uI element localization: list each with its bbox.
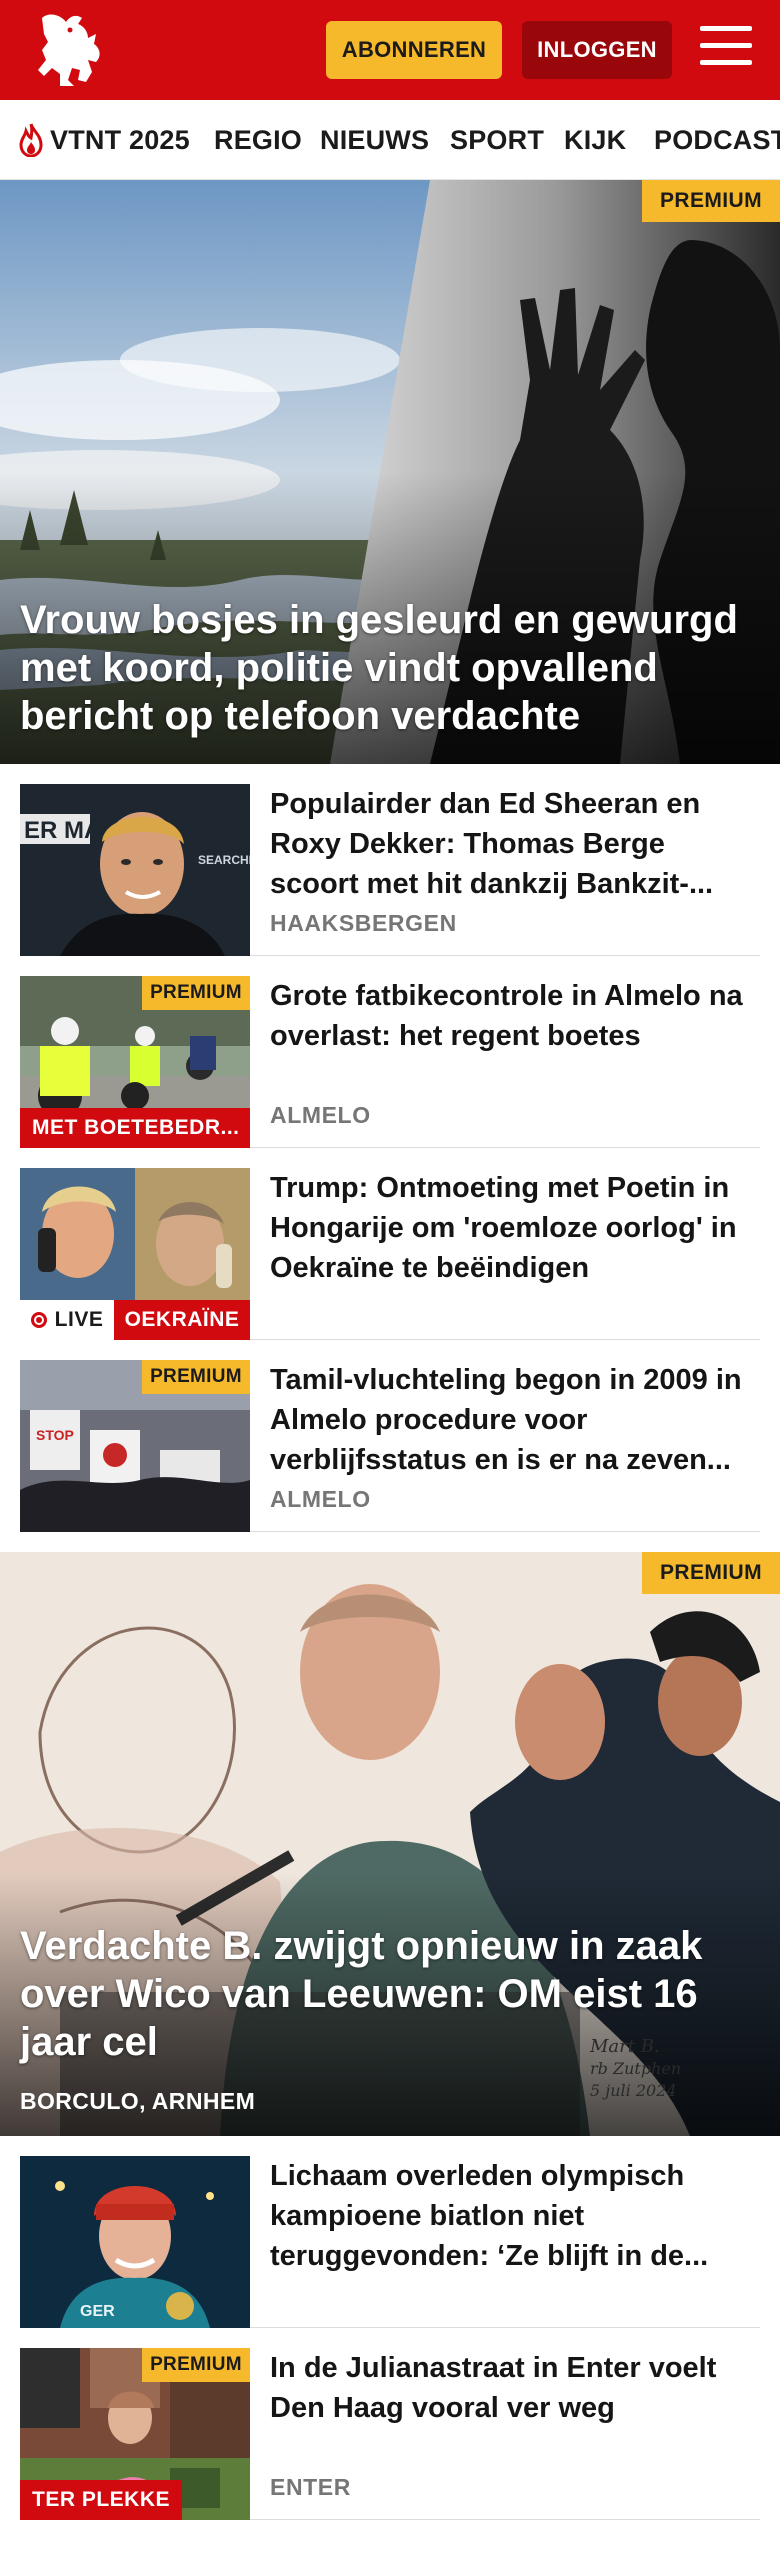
nav-label: PODCAST — [654, 124, 780, 155]
nav-label: VTNT 2025 — [50, 124, 190, 155]
article-thumbnail: PREMIUM TER PLEKKE — [20, 2348, 250, 2520]
svg-text:5 juli 2024: 5 juli 2024 — [590, 2081, 677, 2100]
premium-badge: PREMIUM — [142, 1360, 250, 1394]
article-thumbnail-athlete: GER — [20, 2156, 250, 2328]
topic-tag: MET BOETEBEDR... — [20, 1108, 250, 1148]
topic-tag: OEKRAÏNE — [114, 1300, 250, 1340]
article-location: ALMELO — [270, 1102, 371, 1128]
svg-text:ER MA: ER MA — [24, 817, 101, 844]
article-row[interactable]: PREMIUM TER PLEKKE In de Julianastraat i… — [20, 2348, 760, 2520]
nav-item-nieuws[interactable]: NIEUWS — [320, 100, 430, 179]
svg-text:GER: GER — [80, 2303, 115, 2320]
article-title[interactable]: In de Julianastraat in Enter voelt Den H… — [270, 2348, 750, 2428]
article-thumbnail: PREMIUM MET BOETEBEDR... — [20, 976, 250, 1148]
hero-title[interactable]: Vrouw bosjes in gesleurd en gewurgd met … — [20, 596, 746, 740]
premium-badge: PREMIUM — [642, 180, 780, 222]
article-thumbnail-portrait: ER MA SEARCHER — [20, 784, 250, 956]
live-label: LIVE — [54, 1308, 104, 1331]
hero-article-1[interactable]: PREMIUM Vrouw bosjes in gesleurd en gewu… — [0, 180, 780, 764]
article-thumbnail: STOP STOP PREMIUM — [20, 1360, 250, 1532]
flame-icon — [19, 123, 43, 157]
article-title[interactable]: Populairder dan Ed Sheeran en Roxy Dekke… — [270, 784, 750, 904]
article-location: ALMELO — [270, 1486, 371, 1512]
nav-label: KIJK — [564, 124, 627, 155]
article-row[interactable]: PREMIUM MET BOETEBEDR... Grote fatbikeco… — [20, 976, 760, 1148]
hero-title[interactable]: Verdachte B. zwijgt opnieuw in zaak over… — [20, 1922, 746, 2066]
svg-text:SEARCHER: SEARCHER — [198, 853, 250, 867]
article-row[interactable]: ER MA SEARCHER Populairder dan Ed Sheera… — [20, 784, 760, 956]
nav-item-vtnt[interactable]: VTNT 2025 — [18, 100, 190, 179]
nav-item-sport[interactable]: SPORT — [450, 100, 545, 179]
hero-article-2[interactable]: Mart B. rb Zutphen 5 juli 2024 PREMIUM V… — [0, 1552, 780, 2136]
article-row[interactable]: GER Lichaam overleden olympisch kampioen… — [20, 2156, 760, 2328]
article-row[interactable]: STOP STOP PREMIUM Tamil-vluchteling bego… — [20, 1360, 760, 1532]
live-indicator: LIVE — [20, 1300, 114, 1340]
article-location: HAAKSBERGEN — [270, 910, 457, 936]
premium-badge: PREMIUM — [142, 976, 250, 1010]
nav-item-podcast[interactable]: PODCAST — [654, 100, 780, 179]
hero-location: BORCULO, ARNHEM — [20, 2088, 256, 2114]
login-button[interactable]: INLOGGEN — [522, 21, 672, 79]
article-thumbnail: LIVE OEKRAÏNE — [20, 1168, 250, 1340]
nav-item-regio[interactable]: REGIO — [214, 100, 303, 179]
article-title[interactable]: Lichaam overleden olympisch kampioene bi… — [270, 2156, 750, 2276]
top-header: ABONNEREN INLOGGEN — [0, 0, 780, 100]
article-title[interactable]: Tamil-vluchteling begon in 2009 in Almel… — [270, 1360, 750, 1480]
premium-badge: PREMIUM — [642, 1552, 780, 1594]
topic-tag: TER PLEKKE — [20, 2480, 183, 2520]
article-title[interactable]: Grote fatbikecontrole in Almelo na overl… — [270, 976, 750, 1056]
tubantia-horse-logo[interactable] — [30, 10, 108, 90]
nav-label: REGIO — [214, 124, 303, 155]
nav-label: NIEUWS — [320, 124, 430, 155]
main-nav: VTNT 2025 REGIO NIEUWS SPORT KIJK PODCAS… — [0, 100, 780, 180]
nav-label: SPORT — [450, 124, 545, 155]
premium-badge: PREMIUM — [142, 2348, 250, 2382]
nav-item-kijk[interactable]: KIJK — [564, 100, 627, 179]
live-dot-icon — [30, 1312, 47, 1328]
article-row[interactable]: LIVE OEKRAÏNE Trump: Ontmoeting met Poet… — [20, 1168, 760, 1340]
article-location: ENTER — [270, 2474, 351, 2500]
hamburger-menu-icon[interactable] — [700, 26, 752, 72]
svg-text:STOP: STOP — [36, 1427, 74, 1443]
article-title[interactable]: Trump: Ontmoeting met Poetin in Hongarij… — [270, 1168, 750, 1288]
subscribe-button[interactable]: ABONNEREN — [326, 21, 502, 79]
